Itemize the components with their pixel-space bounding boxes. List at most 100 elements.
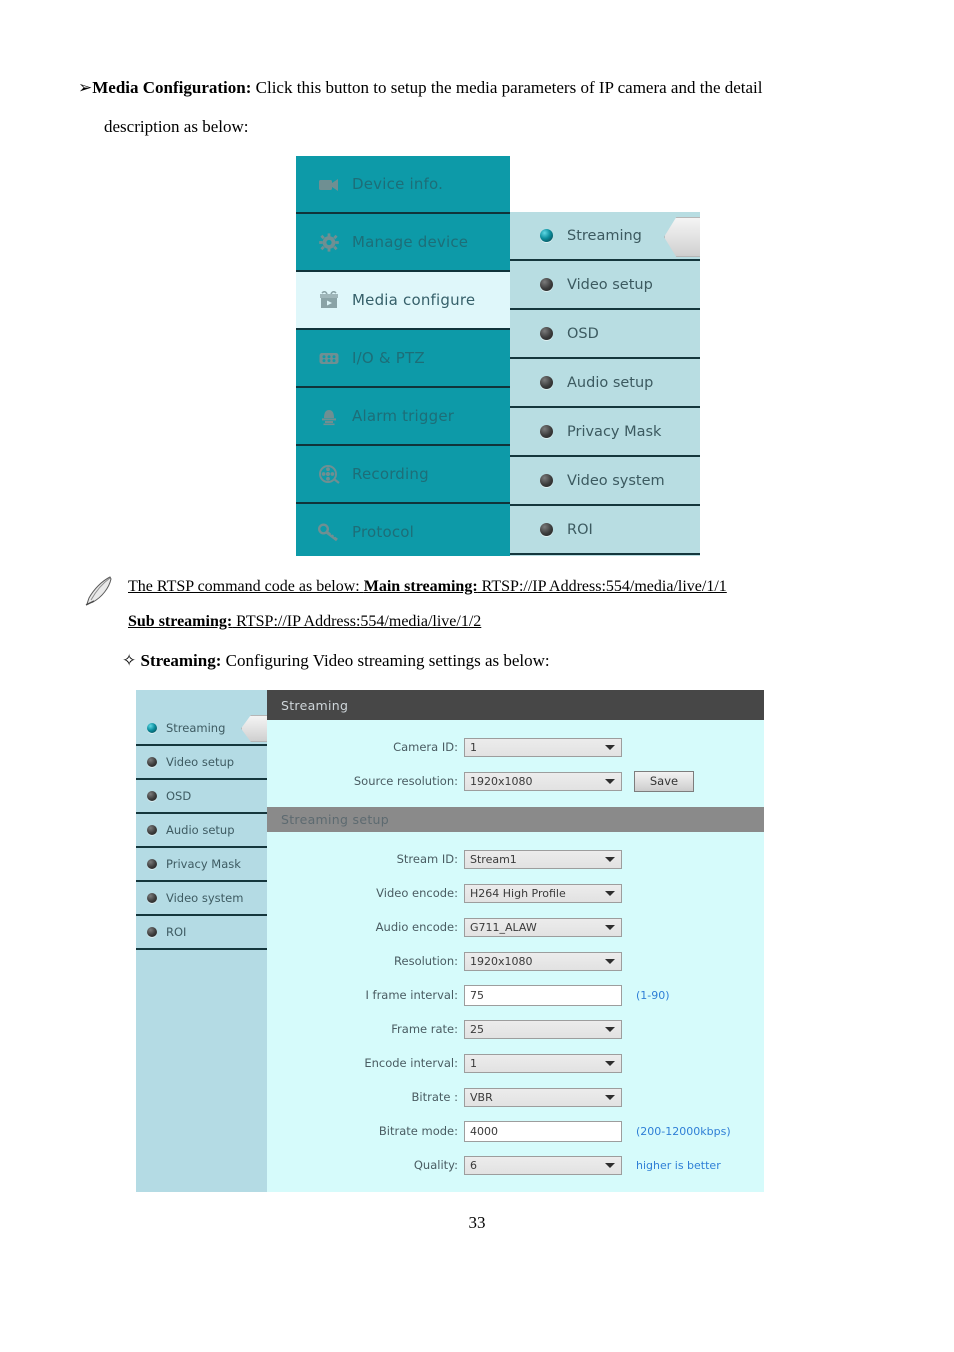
bitrate-row: Bitrate : VBR bbox=[267, 1080, 764, 1114]
sub-streaming-url: RTSP://IP Address:554/media/live/1/2 bbox=[232, 613, 482, 630]
menu-item-io-ptz[interactable]: I/O & PTZ bbox=[296, 330, 510, 388]
radio-dot-icon bbox=[540, 327, 553, 340]
quill-pen-icon bbox=[85, 576, 112, 606]
film-reel-icon bbox=[319, 464, 340, 484]
menu-label: Protocol bbox=[352, 523, 415, 541]
audio-encode-value: G711_ALAW bbox=[470, 920, 537, 934]
video-encode-select[interactable]: H264 High Profile bbox=[464, 883, 622, 903]
source-resolution-value: 1920x1080 bbox=[470, 774, 533, 788]
submenu-item-audio-setup[interactable]: Audio setup bbox=[510, 359, 700, 408]
submenu-label: Audio setup bbox=[567, 374, 654, 391]
sidebar-label: Video setup bbox=[166, 755, 235, 769]
i-frame-interval-label: I frame interval: bbox=[365, 988, 458, 1002]
bitrate-mode-input[interactable]: 4000 bbox=[464, 1120, 622, 1142]
chevron-down-icon bbox=[605, 925, 615, 930]
submenu-item-video-setup[interactable]: Video setup bbox=[510, 261, 700, 310]
stream-id-row: Stream ID: Stream1 bbox=[267, 842, 764, 876]
i-frame-interval-input[interactable]: 75 bbox=[464, 984, 622, 1006]
camcorder-icon bbox=[319, 178, 338, 191]
quality-row: Quality: 6 higher is better bbox=[267, 1148, 764, 1182]
camera-id-row: Camera ID: 1 bbox=[267, 730, 764, 764]
menu-label: Media configure bbox=[352, 291, 476, 309]
frame-rate-label: Frame rate: bbox=[391, 1022, 458, 1036]
bitrate-mode-value: 4000 bbox=[470, 1124, 498, 1138]
bitrate-value: VBR bbox=[470, 1090, 493, 1104]
radio-dot-icon bbox=[147, 791, 157, 801]
frame-rate-select[interactable]: 25 bbox=[464, 1019, 622, 1039]
bitrate-mode-label: Bitrate mode: bbox=[378, 1124, 458, 1138]
quality-select[interactable]: 6 bbox=[464, 1155, 622, 1175]
streaming-bullet-line: ✧ Streaming: Configuring Video streaming… bbox=[122, 651, 550, 671]
media-box-icon bbox=[320, 290, 338, 308]
sub-streaming-label: Sub streaming: bbox=[128, 613, 233, 630]
radio-dot-icon bbox=[540, 229, 553, 242]
audio-encode-select[interactable]: G711_ALAW bbox=[464, 917, 622, 937]
sidebar-item-streaming[interactable]: Streaming bbox=[136, 712, 274, 746]
bitrate-label: Bitrate : bbox=[411, 1090, 458, 1104]
section-header-streaming: Streaming bbox=[267, 690, 764, 720]
quality-hint: higher is better bbox=[636, 1158, 721, 1172]
stream-id-select[interactable]: Stream1 bbox=[464, 849, 622, 869]
io-port-icon bbox=[319, 352, 339, 364]
sidebar-label: Video system bbox=[166, 891, 244, 905]
sidebar-label: ROI bbox=[166, 925, 187, 939]
wrench-key-icon bbox=[318, 523, 338, 541]
encode-interval-select[interactable]: 1 bbox=[464, 1053, 622, 1073]
submenu-label: OSD bbox=[567, 325, 599, 342]
bitrate-select[interactable]: VBR bbox=[464, 1087, 622, 1107]
chevron-down-icon bbox=[605, 745, 615, 750]
secondary-menu-panel: Streaming Video setup OSD Audio setup Pr… bbox=[510, 212, 700, 556]
camera-id-select[interactable]: 1 bbox=[464, 737, 622, 757]
sidebar-item-video-setup[interactable]: Video setup bbox=[136, 746, 267, 780]
source-resolution-label: Source resolution: bbox=[353, 774, 458, 788]
streaming-rest-text: Configuring Video streaming settings as … bbox=[221, 651, 550, 670]
encode-interval-row: Encode interval: 1 bbox=[267, 1046, 764, 1080]
submenu-item-video-system[interactable]: Video system bbox=[510, 457, 700, 506]
encode-interval-label: Encode interval: bbox=[364, 1056, 458, 1070]
i-frame-interval-value: 75 bbox=[470, 988, 484, 1002]
sidebar-item-video-system[interactable]: Video system bbox=[136, 882, 267, 916]
radio-dot-icon bbox=[147, 757, 157, 767]
audio-encode-label: Audio encode: bbox=[375, 920, 458, 934]
video-encode-label: Video encode: bbox=[376, 886, 458, 900]
sidebar-item-roi[interactable]: ROI bbox=[136, 916, 267, 950]
submenu-item-streaming[interactable]: Streaming bbox=[510, 212, 700, 261]
submenu-item-roi[interactable]: ROI bbox=[510, 506, 700, 555]
menu-item-alarm-trigger[interactable]: Alarm trigger bbox=[296, 388, 510, 446]
chevron-down-icon bbox=[605, 891, 615, 896]
menu-item-media-configure[interactable]: Media configure bbox=[296, 272, 510, 330]
radio-dot-icon bbox=[540, 278, 553, 291]
bitrate-mode-hint: (200-12000kbps) bbox=[636, 1124, 731, 1138]
chevron-down-icon bbox=[605, 1027, 615, 1032]
menu-item-recording[interactable]: Recording bbox=[296, 446, 510, 504]
rtsp-note-lead: The RTSP command code as below: bbox=[128, 578, 364, 595]
menu-item-device-info[interactable]: Device info. bbox=[296, 156, 510, 214]
source-resolution-select[interactable]: 1920x1080 bbox=[464, 771, 622, 791]
i-frame-interval-hint: (1-90) bbox=[636, 988, 670, 1002]
save-top-button[interactable]: Save bbox=[634, 770, 694, 792]
chevron-down-icon bbox=[605, 1061, 615, 1066]
chevron-down-icon bbox=[605, 1163, 615, 1168]
i-frame-interval-row: I frame interval: 75 (1-90) bbox=[267, 978, 764, 1012]
source-resolution-row: Source resolution: 1920x1080 Save bbox=[267, 764, 764, 798]
video-encode-row: Video encode: H264 High Profile bbox=[267, 876, 764, 910]
menu-cascade-screenshot: Device info. Manage device Media configu… bbox=[296, 156, 700, 556]
menu-label: I/O & PTZ bbox=[352, 349, 425, 367]
menu-label: Device info. bbox=[352, 175, 444, 193]
sidebar-item-privacy-mask[interactable]: Privacy Mask bbox=[136, 848, 267, 882]
radio-dot-icon bbox=[540, 474, 553, 487]
sidebar-item-audio-setup[interactable]: Audio setup bbox=[136, 814, 267, 848]
resolution-label: Resolution: bbox=[394, 954, 458, 968]
resolution-value: 1920x1080 bbox=[470, 954, 533, 968]
menu-item-protocol[interactable]: Protocol bbox=[296, 504, 510, 556]
alarm-bell-icon bbox=[322, 409, 336, 425]
submenu-label: Video system bbox=[567, 472, 665, 489]
menu-label: Recording bbox=[352, 465, 429, 483]
resolution-select[interactable]: 1920x1080 bbox=[464, 951, 622, 971]
sidebar-item-osd[interactable]: OSD bbox=[136, 780, 267, 814]
frame-rate-value: 25 bbox=[470, 1022, 484, 1036]
menu-item-manage-device[interactable]: Manage device bbox=[296, 214, 510, 272]
intro-paragraph-line2: description as below: bbox=[104, 117, 249, 136]
submenu-item-privacy-mask[interactable]: Privacy Mask bbox=[510, 408, 700, 457]
submenu-item-osd[interactable]: OSD bbox=[510, 310, 700, 359]
